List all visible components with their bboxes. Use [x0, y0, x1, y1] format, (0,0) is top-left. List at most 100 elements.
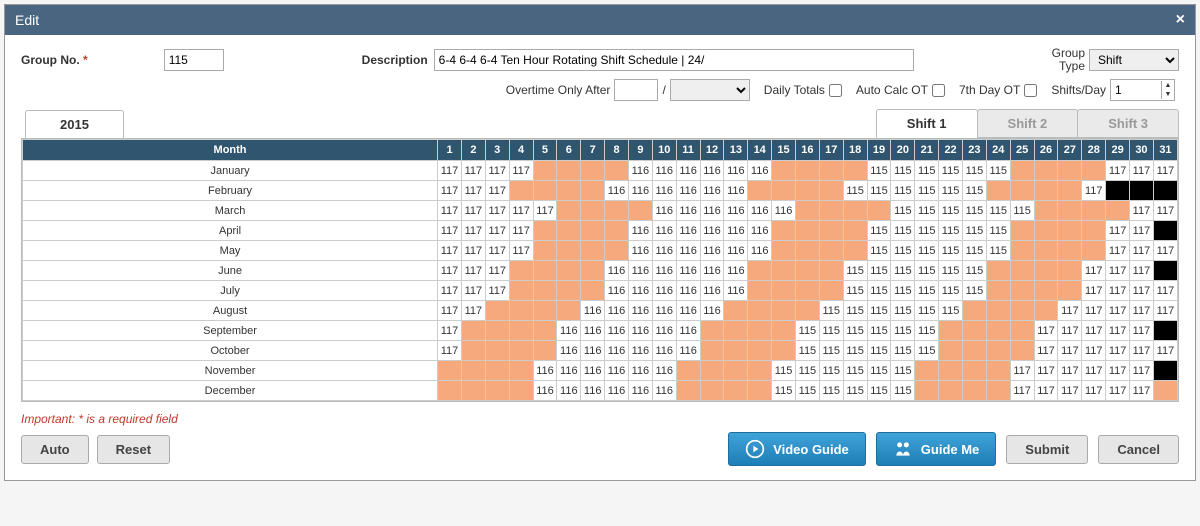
- schedule-cell[interactable]: 117: [1130, 361, 1154, 381]
- schedule-cell[interactable]: 117: [509, 161, 533, 181]
- schedule-cell[interactable]: 115: [795, 381, 819, 401]
- schedule-cell[interactable]: 116: [676, 261, 700, 281]
- schedule-cell[interactable]: 115: [915, 261, 939, 281]
- schedule-cell[interactable]: [748, 301, 772, 321]
- submit-button[interactable]: Submit: [1006, 435, 1088, 464]
- schedule-cell[interactable]: 117: [438, 321, 462, 341]
- schedule-cell[interactable]: 116: [676, 301, 700, 321]
- overtime-unit-select[interactable]: [670, 79, 750, 101]
- schedule-cell[interactable]: 117: [1058, 301, 1082, 321]
- schedule-cell[interactable]: [533, 281, 557, 301]
- schedule-cell[interactable]: [1010, 161, 1034, 181]
- schedule-cell[interactable]: [772, 221, 796, 241]
- schedule-cell[interactable]: 116: [676, 161, 700, 181]
- schedule-cell[interactable]: 115: [963, 201, 987, 221]
- schedule-cell[interactable]: [1130, 181, 1154, 201]
- schedule-cell[interactable]: 115: [915, 161, 939, 181]
- schedule-cell[interactable]: 117: [1153, 161, 1177, 181]
- schedule-cell[interactable]: 117: [485, 181, 509, 201]
- schedule-cell[interactable]: [1034, 201, 1058, 221]
- schedule-cell[interactable]: [1153, 221, 1177, 241]
- schedule-cell[interactable]: [748, 341, 772, 361]
- schedule-cell[interactable]: [1153, 181, 1177, 201]
- shift-tab-1[interactable]: Shift 1: [876, 109, 978, 138]
- schedule-cell[interactable]: 115: [963, 161, 987, 181]
- schedule-cell[interactable]: [963, 361, 987, 381]
- schedule-cell[interactable]: [533, 241, 557, 261]
- schedule-cell[interactable]: [724, 341, 748, 361]
- schedule-cell[interactable]: [843, 161, 867, 181]
- schedule-cell[interactable]: [986, 261, 1010, 281]
- schedule-cell[interactable]: [843, 221, 867, 241]
- schedule-cell[interactable]: 115: [963, 221, 987, 241]
- schedule-cell[interactable]: 116: [700, 181, 724, 201]
- schedule-cell[interactable]: 116: [700, 241, 724, 261]
- schedule-cell[interactable]: [1034, 161, 1058, 181]
- schedule-cell[interactable]: 116: [676, 241, 700, 261]
- schedule-cell[interactable]: 115: [891, 341, 915, 361]
- schedule-cell[interactable]: 116: [652, 261, 676, 281]
- schedule-cell[interactable]: 117: [438, 341, 462, 361]
- schedule-cell[interactable]: [986, 341, 1010, 361]
- schedule-cell[interactable]: 116: [748, 161, 772, 181]
- schedule-cell[interactable]: 117: [1106, 241, 1130, 261]
- schedule-cell[interactable]: 117: [1082, 261, 1106, 281]
- schedule-cell[interactable]: [485, 321, 509, 341]
- schedule-cell[interactable]: 116: [628, 181, 652, 201]
- seventh-day-ot-checkbox[interactable]: [1024, 84, 1037, 97]
- schedule-cell[interactable]: 117: [1010, 361, 1034, 381]
- schedule-cell[interactable]: 115: [915, 341, 939, 361]
- schedule-cell[interactable]: [1034, 181, 1058, 201]
- schedule-cell[interactable]: [1058, 241, 1082, 261]
- schedule-cell[interactable]: 116: [700, 261, 724, 281]
- schedule-cell[interactable]: 116: [628, 221, 652, 241]
- schedule-cell[interactable]: 115: [867, 161, 891, 181]
- schedule-cell[interactable]: [1106, 181, 1130, 201]
- schedule-cell[interactable]: [628, 201, 652, 221]
- schedule-cell[interactable]: 116: [628, 361, 652, 381]
- schedule-cell[interactable]: 117: [1058, 321, 1082, 341]
- schedule-cell[interactable]: [1106, 201, 1130, 221]
- schedule-cell[interactable]: 115: [843, 321, 867, 341]
- schedule-cell[interactable]: 115: [891, 201, 915, 221]
- schedule-cell[interactable]: 116: [581, 381, 605, 401]
- schedule-cell[interactable]: 115: [891, 221, 915, 241]
- schedule-cell[interactable]: 117: [485, 261, 509, 281]
- schedule-cell[interactable]: 116: [676, 221, 700, 241]
- schedule-cell[interactable]: [533, 261, 557, 281]
- schedule-cell[interactable]: [581, 181, 605, 201]
- schedule-cell[interactable]: [557, 161, 581, 181]
- schedule-cell[interactable]: 115: [915, 301, 939, 321]
- schedule-cell[interactable]: [605, 161, 629, 181]
- schedule-cell[interactable]: [461, 341, 485, 361]
- schedule-cell[interactable]: 116: [652, 161, 676, 181]
- schedule-cell[interactable]: 117: [1130, 161, 1154, 181]
- schedule-cell[interactable]: 115: [867, 341, 891, 361]
- schedule-cell[interactable]: 116: [652, 181, 676, 201]
- schedule-cell[interactable]: 117: [1034, 321, 1058, 341]
- schedule-cell[interactable]: 117: [461, 241, 485, 261]
- schedule-cell[interactable]: [1058, 201, 1082, 221]
- schedule-cell[interactable]: [986, 361, 1010, 381]
- schedule-cell[interactable]: [581, 161, 605, 181]
- schedule-cell[interactable]: [533, 161, 557, 181]
- schedule-cell[interactable]: 115: [963, 281, 987, 301]
- schedule-cell[interactable]: 116: [724, 261, 748, 281]
- schedule-cell[interactable]: 115: [795, 341, 819, 361]
- schedule-cell[interactable]: 117: [438, 201, 462, 221]
- schedule-cell[interactable]: [533, 321, 557, 341]
- schedule-cell[interactable]: 115: [795, 361, 819, 381]
- schedule-cell[interactable]: [724, 321, 748, 341]
- schedule-cell[interactable]: 116: [652, 201, 676, 221]
- schedule-cell[interactable]: [581, 241, 605, 261]
- schedule-cell[interactable]: 116: [557, 381, 581, 401]
- schedule-cell[interactable]: [581, 281, 605, 301]
- description-input[interactable]: [434, 49, 914, 71]
- schedule-cell[interactable]: [1058, 181, 1082, 201]
- schedule-cell[interactable]: 115: [867, 221, 891, 241]
- schedule-cell[interactable]: [1058, 221, 1082, 241]
- shifts-day-input[interactable]: [1111, 80, 1161, 100]
- schedule-cell[interactable]: 115: [843, 181, 867, 201]
- schedule-cell[interactable]: [485, 301, 509, 321]
- schedule-cell[interactable]: 117: [509, 221, 533, 241]
